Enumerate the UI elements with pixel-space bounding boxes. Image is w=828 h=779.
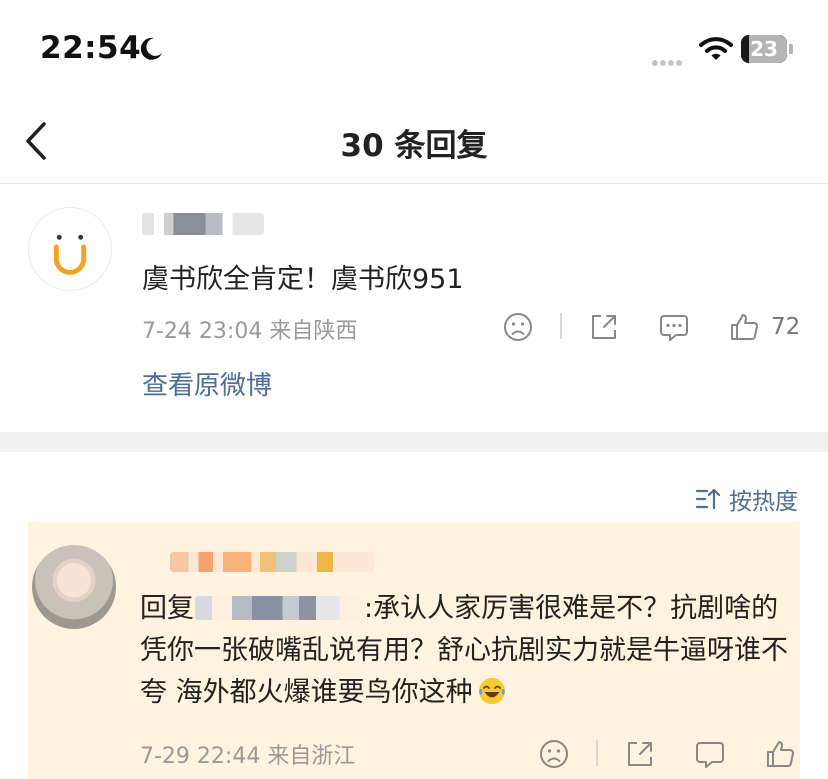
avatar[interactable] [28,207,112,291]
view-original-link[interactable]: 查看原微博 [142,365,272,402]
reply-prefix: 回复 [140,593,194,624]
reply-item: 回复:承认人家厉害很难是不？抗剧啥的凭你一张破嘴乱说有用？舒心抗剧实力就是牛逼呀… [28,522,800,779]
moon-icon [140,37,162,60]
laughing-tears-emoji-icon [478,678,505,704]
cellular-signal-icon [652,51,684,70]
sort-label: 按热度 [729,489,798,515]
comment-text: 虞书欣全肯定！虞书欣951 [142,264,464,295]
divider [596,740,598,766]
sort-icon [695,488,721,510]
divider [560,313,562,339]
share-icon[interactable] [588,311,620,343]
username-blurred[interactable] [170,552,374,572]
page-title: 30 条回复 [340,128,488,164]
battery-cap [789,44,793,54]
status-bar: 22:54 23 [0,0,828,100]
battery-level: 23 [750,37,778,61]
like-thumb-icon[interactable] [728,311,760,343]
comment-icon[interactable] [694,738,726,770]
reply-actions [536,734,800,774]
reply-text: 回复:承认人家厉害很难是不？抗剧啥的凭你一张破嘴乱说有用？舒心抗剧实力就是牛逼呀… [140,588,800,714]
mentioned-user-blurred[interactable] [195,596,363,620]
like-count: 72 [771,314,801,340]
original-comment: 虞书欣全肯定！虞书欣951 7-24 23:04 来自陕西 72 查看原微博 [0,185,828,432]
dislike-face-icon[interactable] [538,738,570,770]
status-time: 22:54 [40,30,142,66]
comment-actions: 72 [500,307,810,347]
comment-meta: 7-24 23:04 来自陕西 [142,319,358,344]
username-blurred[interactable] [142,213,264,235]
sort-button[interactable]: 按热度 [695,482,798,516]
section-divider [0,432,828,452]
nav-bar: 30 条回复 [0,100,828,184]
avatar[interactable] [32,545,116,629]
dislike-face-icon[interactable] [502,311,534,343]
like-thumb-icon[interactable] [764,738,796,770]
comment-icon[interactable] [658,311,690,343]
wifi-icon [699,37,733,60]
battery-icon: 23 [741,35,787,63]
share-icon[interactable] [624,738,656,770]
reply-meta: 7-29 22:44 来自浙江 [140,744,356,769]
